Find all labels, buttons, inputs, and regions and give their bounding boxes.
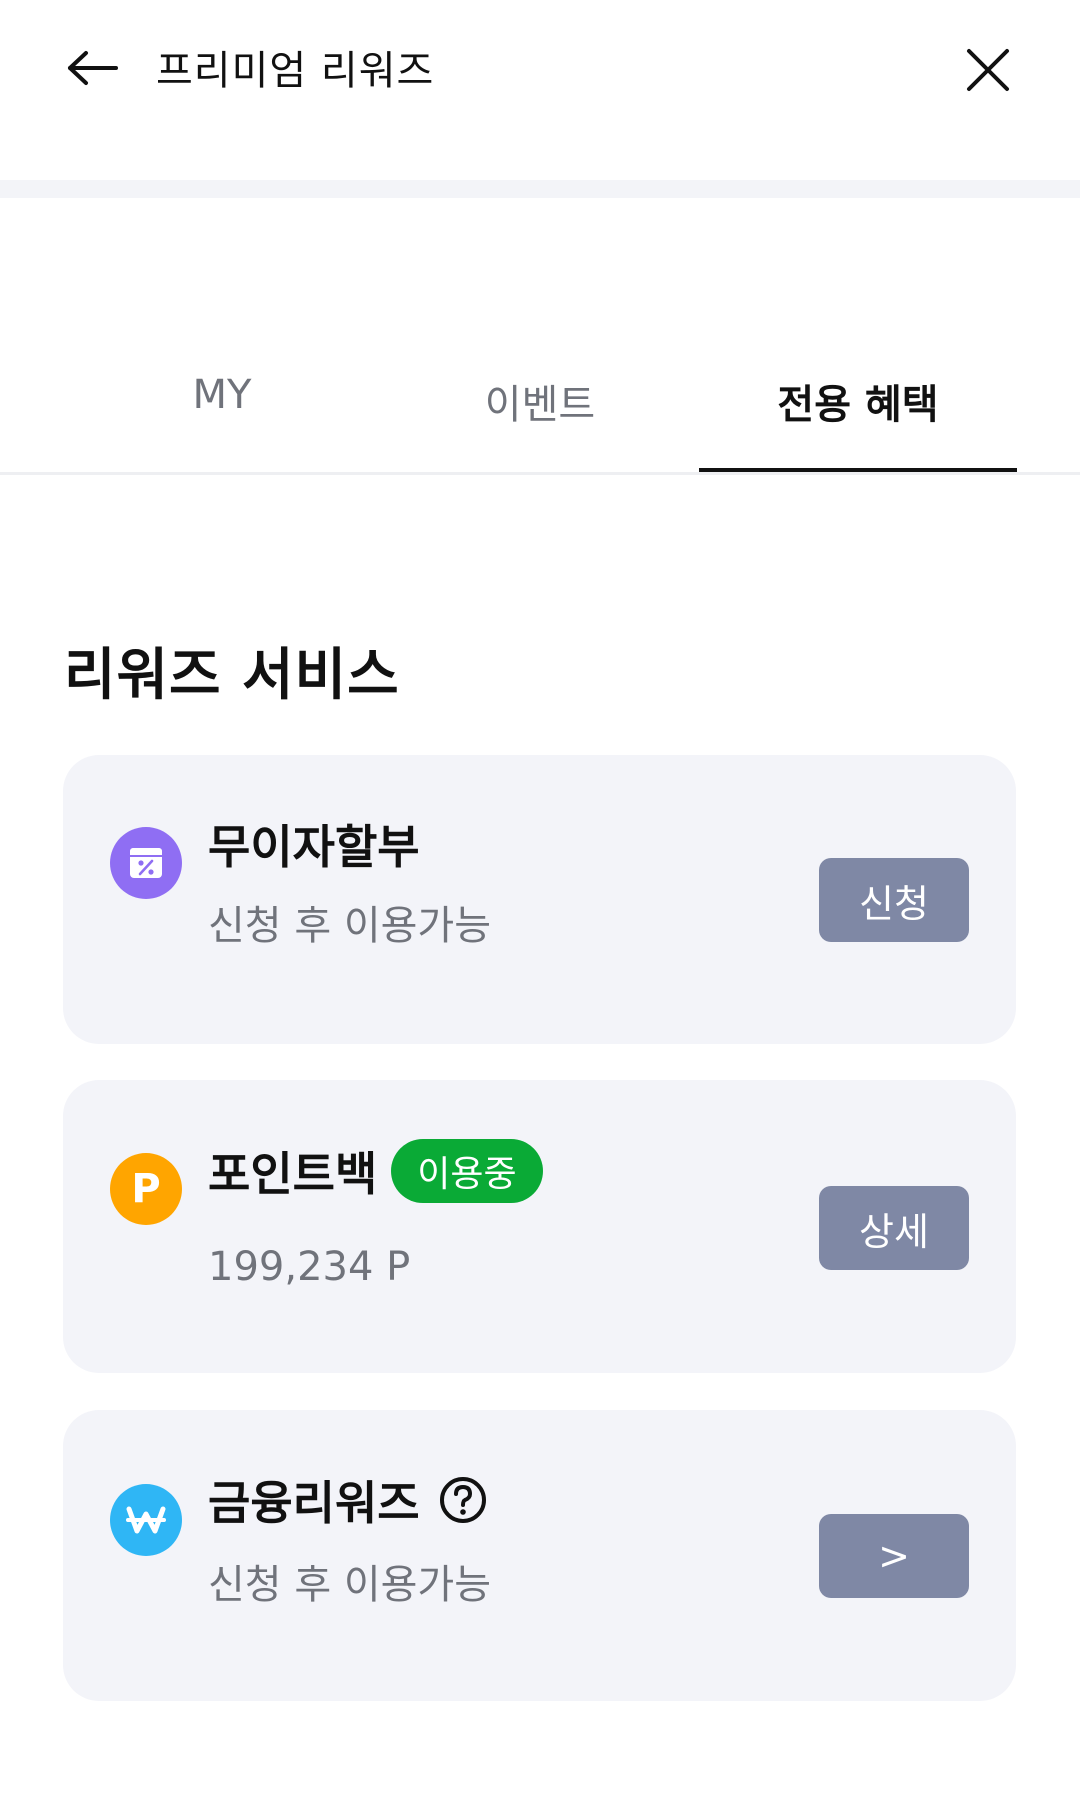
tab-exclusive-benefits[interactable]: 전용 혜택 bbox=[699, 340, 1017, 470]
service-subtitle: 신청 후 이용가능 bbox=[208, 903, 492, 949]
section-title: 리워즈 서비스 bbox=[64, 643, 400, 708]
service-title: 금융리워즈 bbox=[208, 1476, 420, 1530]
point-p-icon: P bbox=[110, 1153, 182, 1225]
service-card-installment: 무이자할부 신청 후 이용가능 신청 bbox=[63, 755, 1016, 1044]
service-title-row: 금융리워즈 bbox=[208, 1468, 488, 1532]
go-button[interactable]: > bbox=[819, 1514, 969, 1598]
calendar-percent-icon bbox=[110, 827, 182, 899]
point-p-letter: P bbox=[131, 1166, 161, 1212]
tabs-divider bbox=[0, 472, 1080, 475]
apply-button[interactable]: 신청 bbox=[819, 858, 969, 942]
header-divider bbox=[0, 180, 1080, 198]
service-card-financial-rewards: 금융리워즈 신청 후 이용가능 > bbox=[63, 1410, 1016, 1701]
service-title: 포인트백 bbox=[208, 1147, 378, 1201]
tab-bar: MY 이벤트 전용 혜택 bbox=[0, 340, 1080, 474]
detail-button[interactable]: 상세 bbox=[819, 1186, 969, 1270]
point-balance: 199,234 P bbox=[208, 1244, 411, 1290]
tab-my[interactable]: MY bbox=[63, 340, 381, 470]
service-title-row: 포인트백 이용중 bbox=[208, 1138, 543, 1204]
service-title: 무이자할부 bbox=[208, 820, 420, 874]
close-button[interactable] bbox=[958, 40, 1018, 100]
back-button[interactable] bbox=[62, 40, 122, 96]
arrow-left-icon bbox=[68, 51, 118, 85]
tab-events[interactable]: 이벤트 bbox=[381, 340, 699, 470]
question-circle-icon[interactable] bbox=[438, 1475, 488, 1525]
won-icon bbox=[110, 1484, 182, 1556]
close-icon bbox=[967, 49, 1009, 91]
status-badge: 이용중 bbox=[391, 1139, 543, 1203]
service-card-pointback: P 포인트백 이용중 199,234 P 상세 bbox=[63, 1080, 1016, 1373]
service-subtitle: 신청 후 이용가능 bbox=[208, 1562, 492, 1608]
page-title: 프리미엄 리워즈 bbox=[156, 48, 435, 94]
top-bar: 프리미엄 리워즈 bbox=[0, 0, 1080, 180]
